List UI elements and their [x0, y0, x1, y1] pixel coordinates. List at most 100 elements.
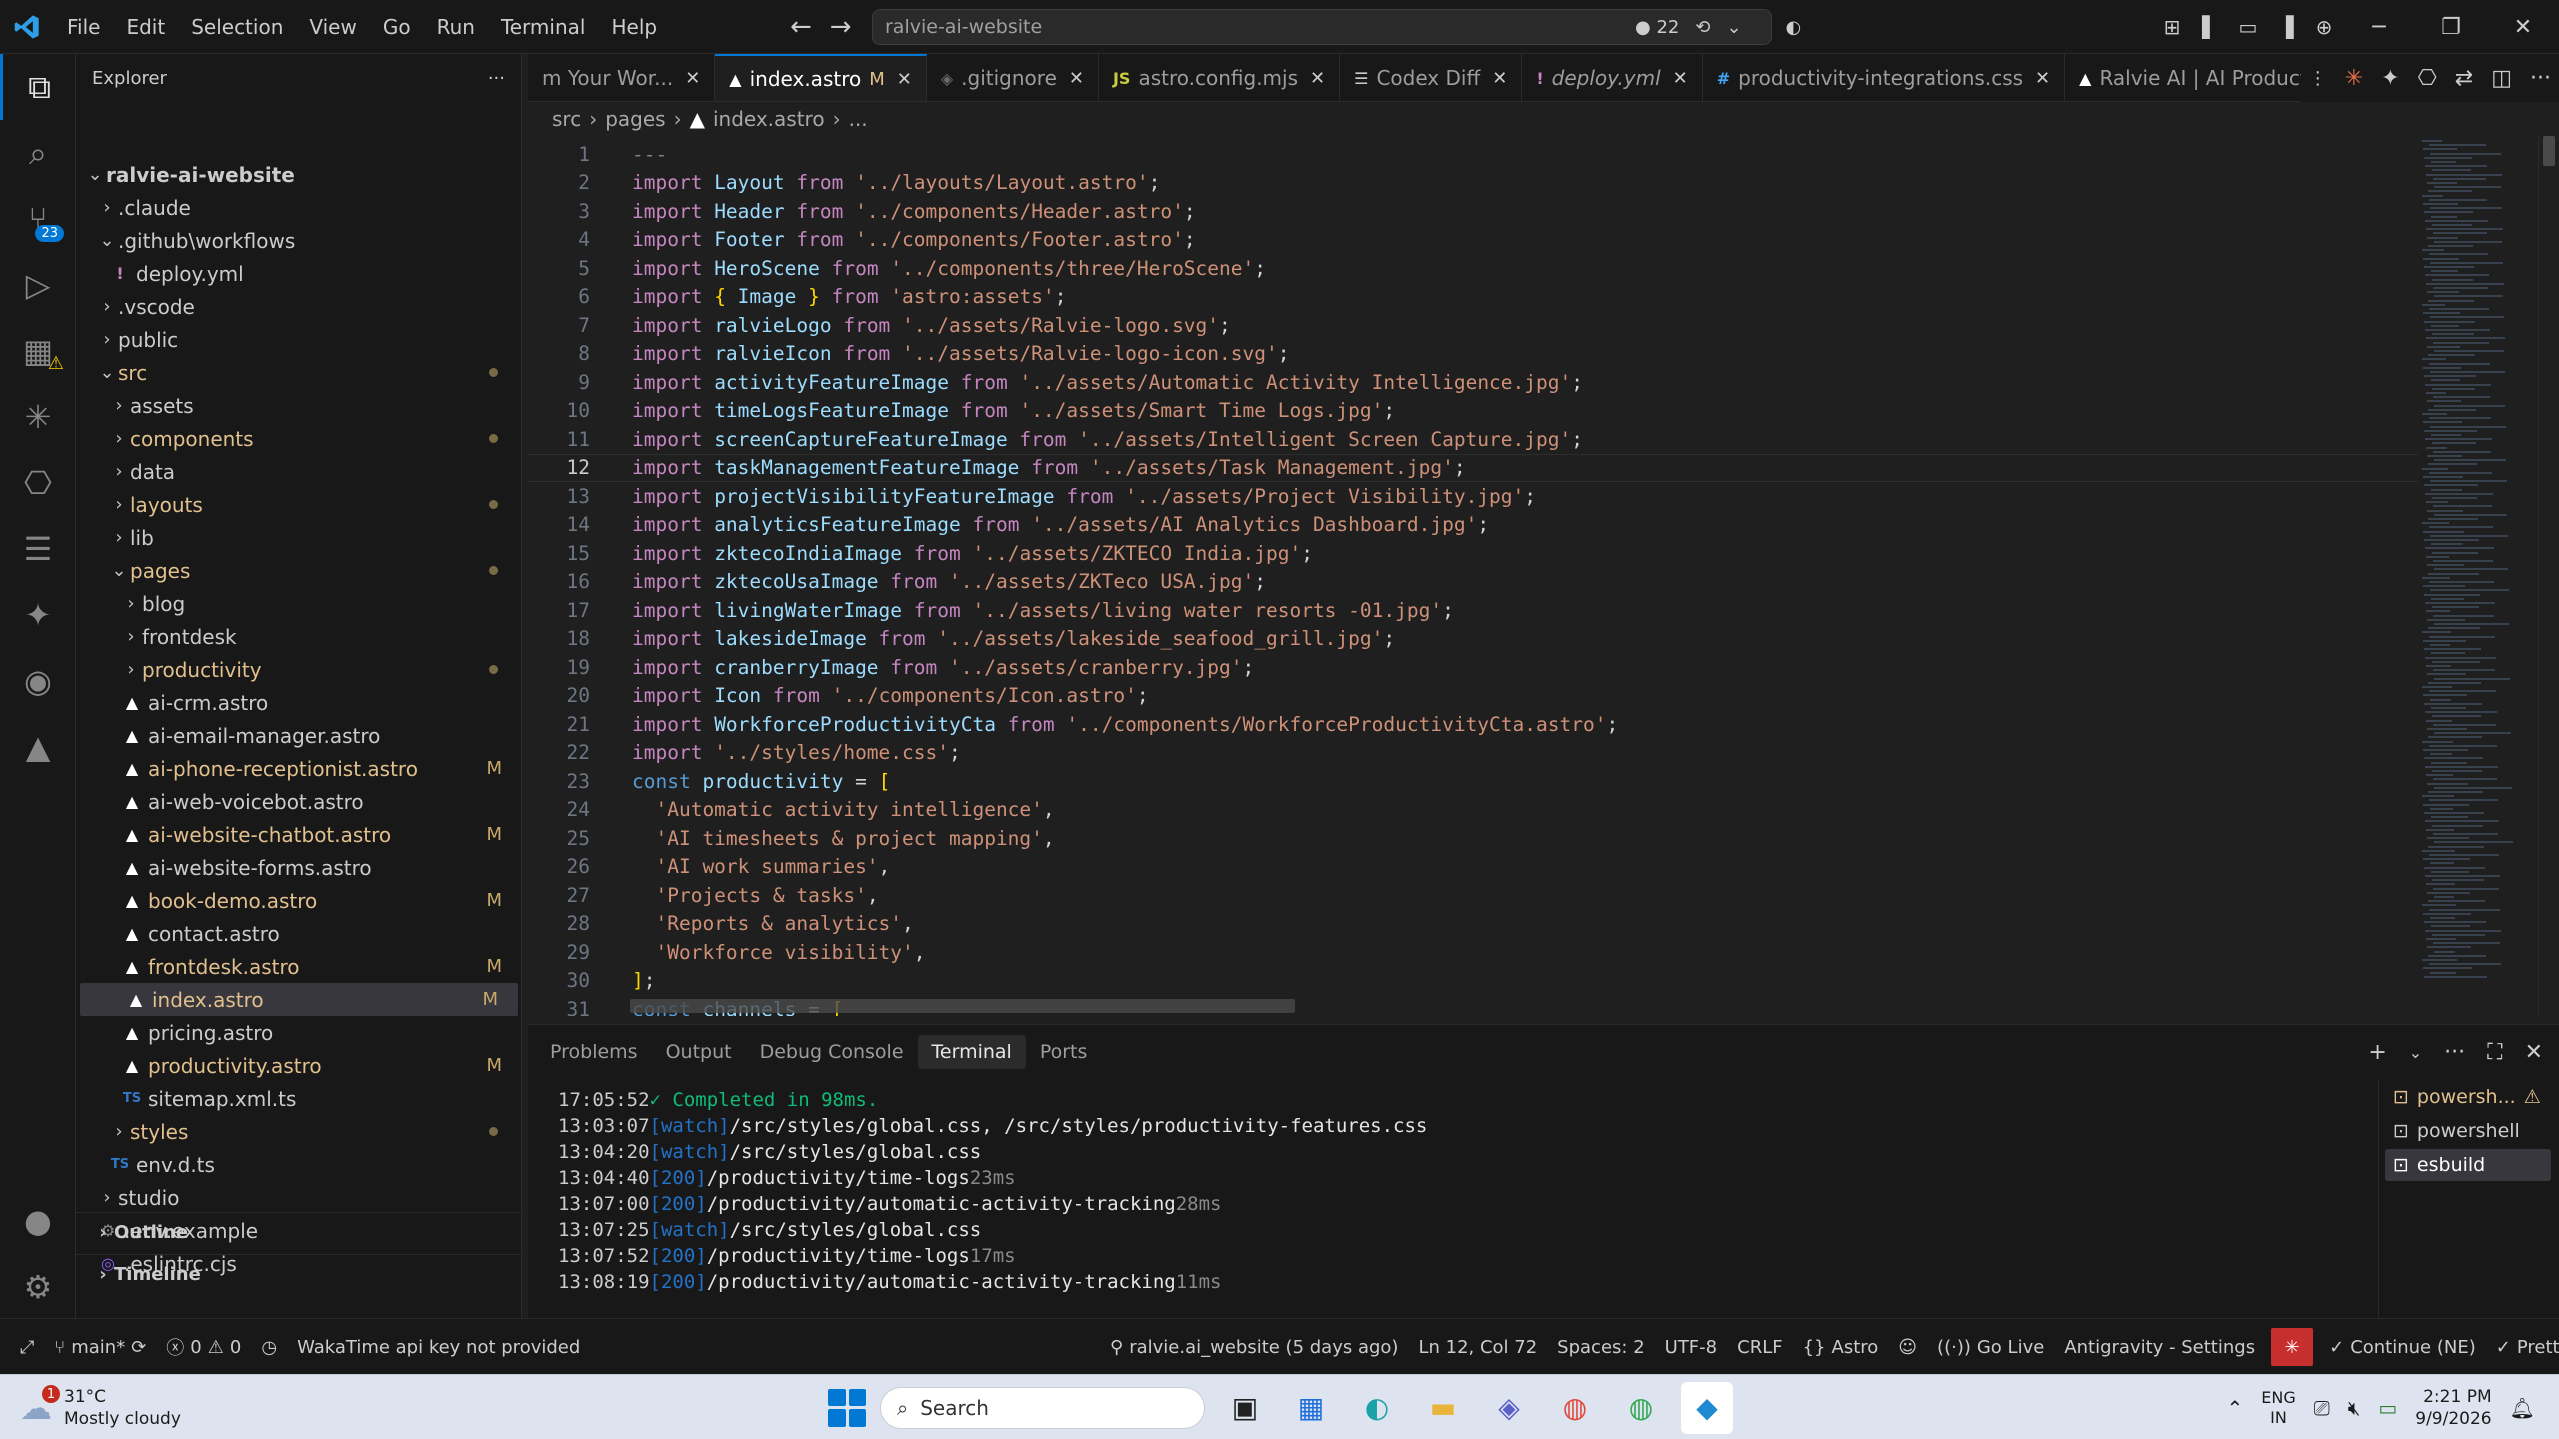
breadcrumb-pages[interactable]: pages	[605, 107, 665, 131]
sync-icon[interactable]: ⟲	[1695, 17, 1710, 38]
remote-icon[interactable]: ⤢	[10, 1337, 44, 1358]
notification-center-icon[interactable]: 🔔︎	[2510, 1396, 2535, 1420]
claude-icon[interactable]: ✳	[0, 384, 76, 450]
menu-help[interactable]: Help	[598, 0, 670, 54]
vertical-scrollbar[interactable]	[2538, 136, 2559, 1016]
git-blame-indicator[interactable]: ⚲ ralvie.ai_website (5 days ago)	[1100, 1337, 1408, 1358]
menu-edit[interactable]: Edit	[113, 0, 178, 54]
go-live-button[interactable]: ((·)) Go Live	[1927, 1337, 2054, 1358]
menu-go[interactable]: Go	[370, 0, 424, 54]
horizontal-scrollbar[interactable]	[630, 999, 1295, 1013]
tree-item[interactable]: › .vscode	[76, 290, 522, 323]
copilot-status-icon[interactable]: ☺	[1888, 1337, 1927, 1358]
breadcrumb-symbol[interactable]: ...	[849, 107, 868, 131]
chevron-up-icon[interactable]: ⌃	[2226, 1396, 2243, 1420]
file-explorer-icon[interactable]: ▬	[1417, 1382, 1469, 1434]
panel-tab-terminal[interactable]: Terminal	[917, 1035, 1026, 1069]
tree-item[interactable]: › productivity	[76, 653, 522, 686]
back-arrow-icon[interactable]: ←	[790, 12, 812, 42]
tree-item[interactable]: ⌄ src	[76, 356, 522, 389]
gemini-icon[interactable]: ✦	[2381, 66, 2399, 91]
settings-gear-icon[interactable]: ⚙	[0, 1254, 76, 1320]
tree-item[interactable]: ▲ pricing.astro	[76, 1016, 522, 1049]
tree-item[interactable]: ▲ ai-website-chatbot.astro M	[76, 818, 522, 851]
close-window-button[interactable]: ✕	[2487, 0, 2559, 54]
copilot-icon[interactable]: ◐	[1786, 17, 1802, 38]
teams-icon[interactable]: ◈	[1483, 1382, 1535, 1434]
more-actions-icon[interactable]: ···	[488, 68, 505, 89]
tree-item[interactable]: ▲ index.astro M	[80, 983, 518, 1016]
tree-item[interactable]: ▲ ai-crm.astro	[76, 686, 522, 719]
tab-3[interactable]: JS astro.config.mjs ✕	[1099, 54, 1341, 101]
layout-customize-icon[interactable]: ⊞	[2153, 0, 2191, 54]
tree-item[interactable]: TS sitemap.xml.ts	[76, 1082, 522, 1115]
tree-item[interactable]: ▲ frontdesk.astro M	[76, 950, 522, 983]
tree-item[interactable]: › blog	[76, 587, 522, 620]
volume-muted-icon[interactable]: 🔇︎	[2348, 1396, 2361, 1420]
close-panel-icon[interactable]: ✕	[2525, 1040, 2543, 1065]
problems-indicator[interactable]: ⓧ 0 ⚠ 0	[156, 1334, 251, 1360]
chevron-down-icon[interactable]: ⌄	[1726, 17, 1741, 38]
terminal-instance[interactable]: ⊡ esbuild	[2385, 1149, 2551, 1181]
terminal-instance[interactable]: ⊡ powersh... ⚠	[2385, 1081, 2551, 1113]
tree-item[interactable]: › assets	[76, 389, 522, 422]
vscode-taskbar-icon[interactable]: ◆	[1681, 1381, 1733, 1434]
close-tab-icon[interactable]: ✕	[1673, 68, 1688, 89]
panel-tab-ports[interactable]: Ports	[1026, 1035, 1102, 1069]
language-indicator[interactable]: ENG IN	[2261, 1388, 2295, 1428]
store-icon[interactable]: ▦	[1285, 1382, 1337, 1434]
scroll-thumb[interactable]	[2543, 136, 2555, 166]
claude-icon[interactable]: ✳	[2345, 66, 2363, 91]
tree-item[interactable]: › styles	[76, 1115, 522, 1148]
claude-status-icon[interactable]: ✳	[2271, 1328, 2314, 1366]
menu-view[interactable]: View	[296, 0, 369, 54]
breadcrumb-src[interactable]: src	[552, 107, 581, 131]
more-actions-icon[interactable]: ···	[2444, 1040, 2465, 1065]
battery-icon[interactable]: ▭	[2378, 1396, 2397, 1420]
close-tab-icon[interactable]: ✕	[2035, 68, 2050, 89]
chevron-down-icon[interactable]: ⌄	[2409, 1043, 2422, 1062]
taskbar-search[interactable]: ⌕ Search	[880, 1386, 1205, 1429]
terminal-instance[interactable]: ⊡ powershell	[2385, 1115, 2551, 1147]
run-debug-icon[interactable]: ▷	[0, 252, 76, 318]
tree-item[interactable]: ▲ contact.astro	[76, 917, 522, 950]
network-icon[interactable]: ⎚	[2314, 1396, 2330, 1420]
cursor-position[interactable]: Ln 12, Col 72	[1408, 1337, 1547, 1358]
tree-item[interactable]: › studio	[76, 1181, 522, 1214]
menu-file[interactable]: File	[54, 0, 113, 54]
weather-widget[interactable]: ☁ 1 31°C Mostly cloudy	[20, 1383, 181, 1433]
panel-tab-output[interactable]: Output	[652, 1035, 746, 1069]
maximize-panel-icon[interactable]: ⛶	[2487, 1040, 2502, 1065]
menu-terminal[interactable]: Terminal	[488, 0, 599, 54]
language-mode[interactable]: {} Astro	[1793, 1337, 1889, 1358]
tree-item[interactable]: TS env.d.ts	[76, 1148, 522, 1181]
github-icon[interactable]: ◉	[0, 648, 76, 714]
toggle-secondary-sidebar-icon[interactable]: ▐	[2267, 0, 2305, 54]
split-editor-icon[interactable]: ◫	[2491, 66, 2512, 91]
tree-item[interactable]: ▲ ai-website-forms.astro	[76, 851, 522, 884]
tree-item[interactable]: › data	[76, 455, 522, 488]
antigravity-settings[interactable]: Antigravity - Settings	[2054, 1337, 2265, 1358]
gemini-icon[interactable]: ✦	[0, 582, 76, 648]
task-list-icon[interactable]: ☰	[0, 516, 76, 582]
menu-selection[interactable]: Selection	[178, 0, 296, 54]
menu-run[interactable]: Run	[424, 0, 488, 54]
tab-4[interactable]: ☰ Codex Diff ✕	[1340, 54, 1523, 101]
forward-arrow-icon[interactable]: →	[830, 12, 852, 42]
tree-item[interactable]: ▲ ai-phone-receptionist.astro M	[76, 752, 522, 785]
terminal-output[interactable]: 17:05:52 ✓ Completed in 98ms. 13:03:07 [w…	[528, 1085, 2358, 1319]
explorer-icon[interactable]: ⧉	[0, 54, 76, 120]
compare-icon[interactable]: ⇄	[2455, 66, 2473, 91]
tab-2[interactable]: ◈ .gitignore ✕	[927, 54, 1099, 101]
outline-section[interactable]: › Outline	[76, 1212, 522, 1252]
panel-tab-debug-console[interactable]: Debug Console	[746, 1035, 918, 1069]
tree-item[interactable]: › lib	[76, 521, 522, 554]
chrome-profile-icon[interactable]: ◍	[1615, 1382, 1667, 1434]
branch-indicator[interactable]: ⑂ main* ⟳	[44, 1337, 156, 1358]
close-tab-icon[interactable]: ✕	[1310, 68, 1325, 89]
tree-item[interactable]: ▲ ai-web-voicebot.astro	[76, 785, 522, 818]
openai-icon[interactable]: ⎔	[0, 450, 76, 516]
globe-icon[interactable]: ⊕	[2305, 0, 2343, 54]
chrome-icon[interactable]: ◍	[1549, 1382, 1601, 1434]
windows-start-icon[interactable]	[828, 1388, 866, 1427]
